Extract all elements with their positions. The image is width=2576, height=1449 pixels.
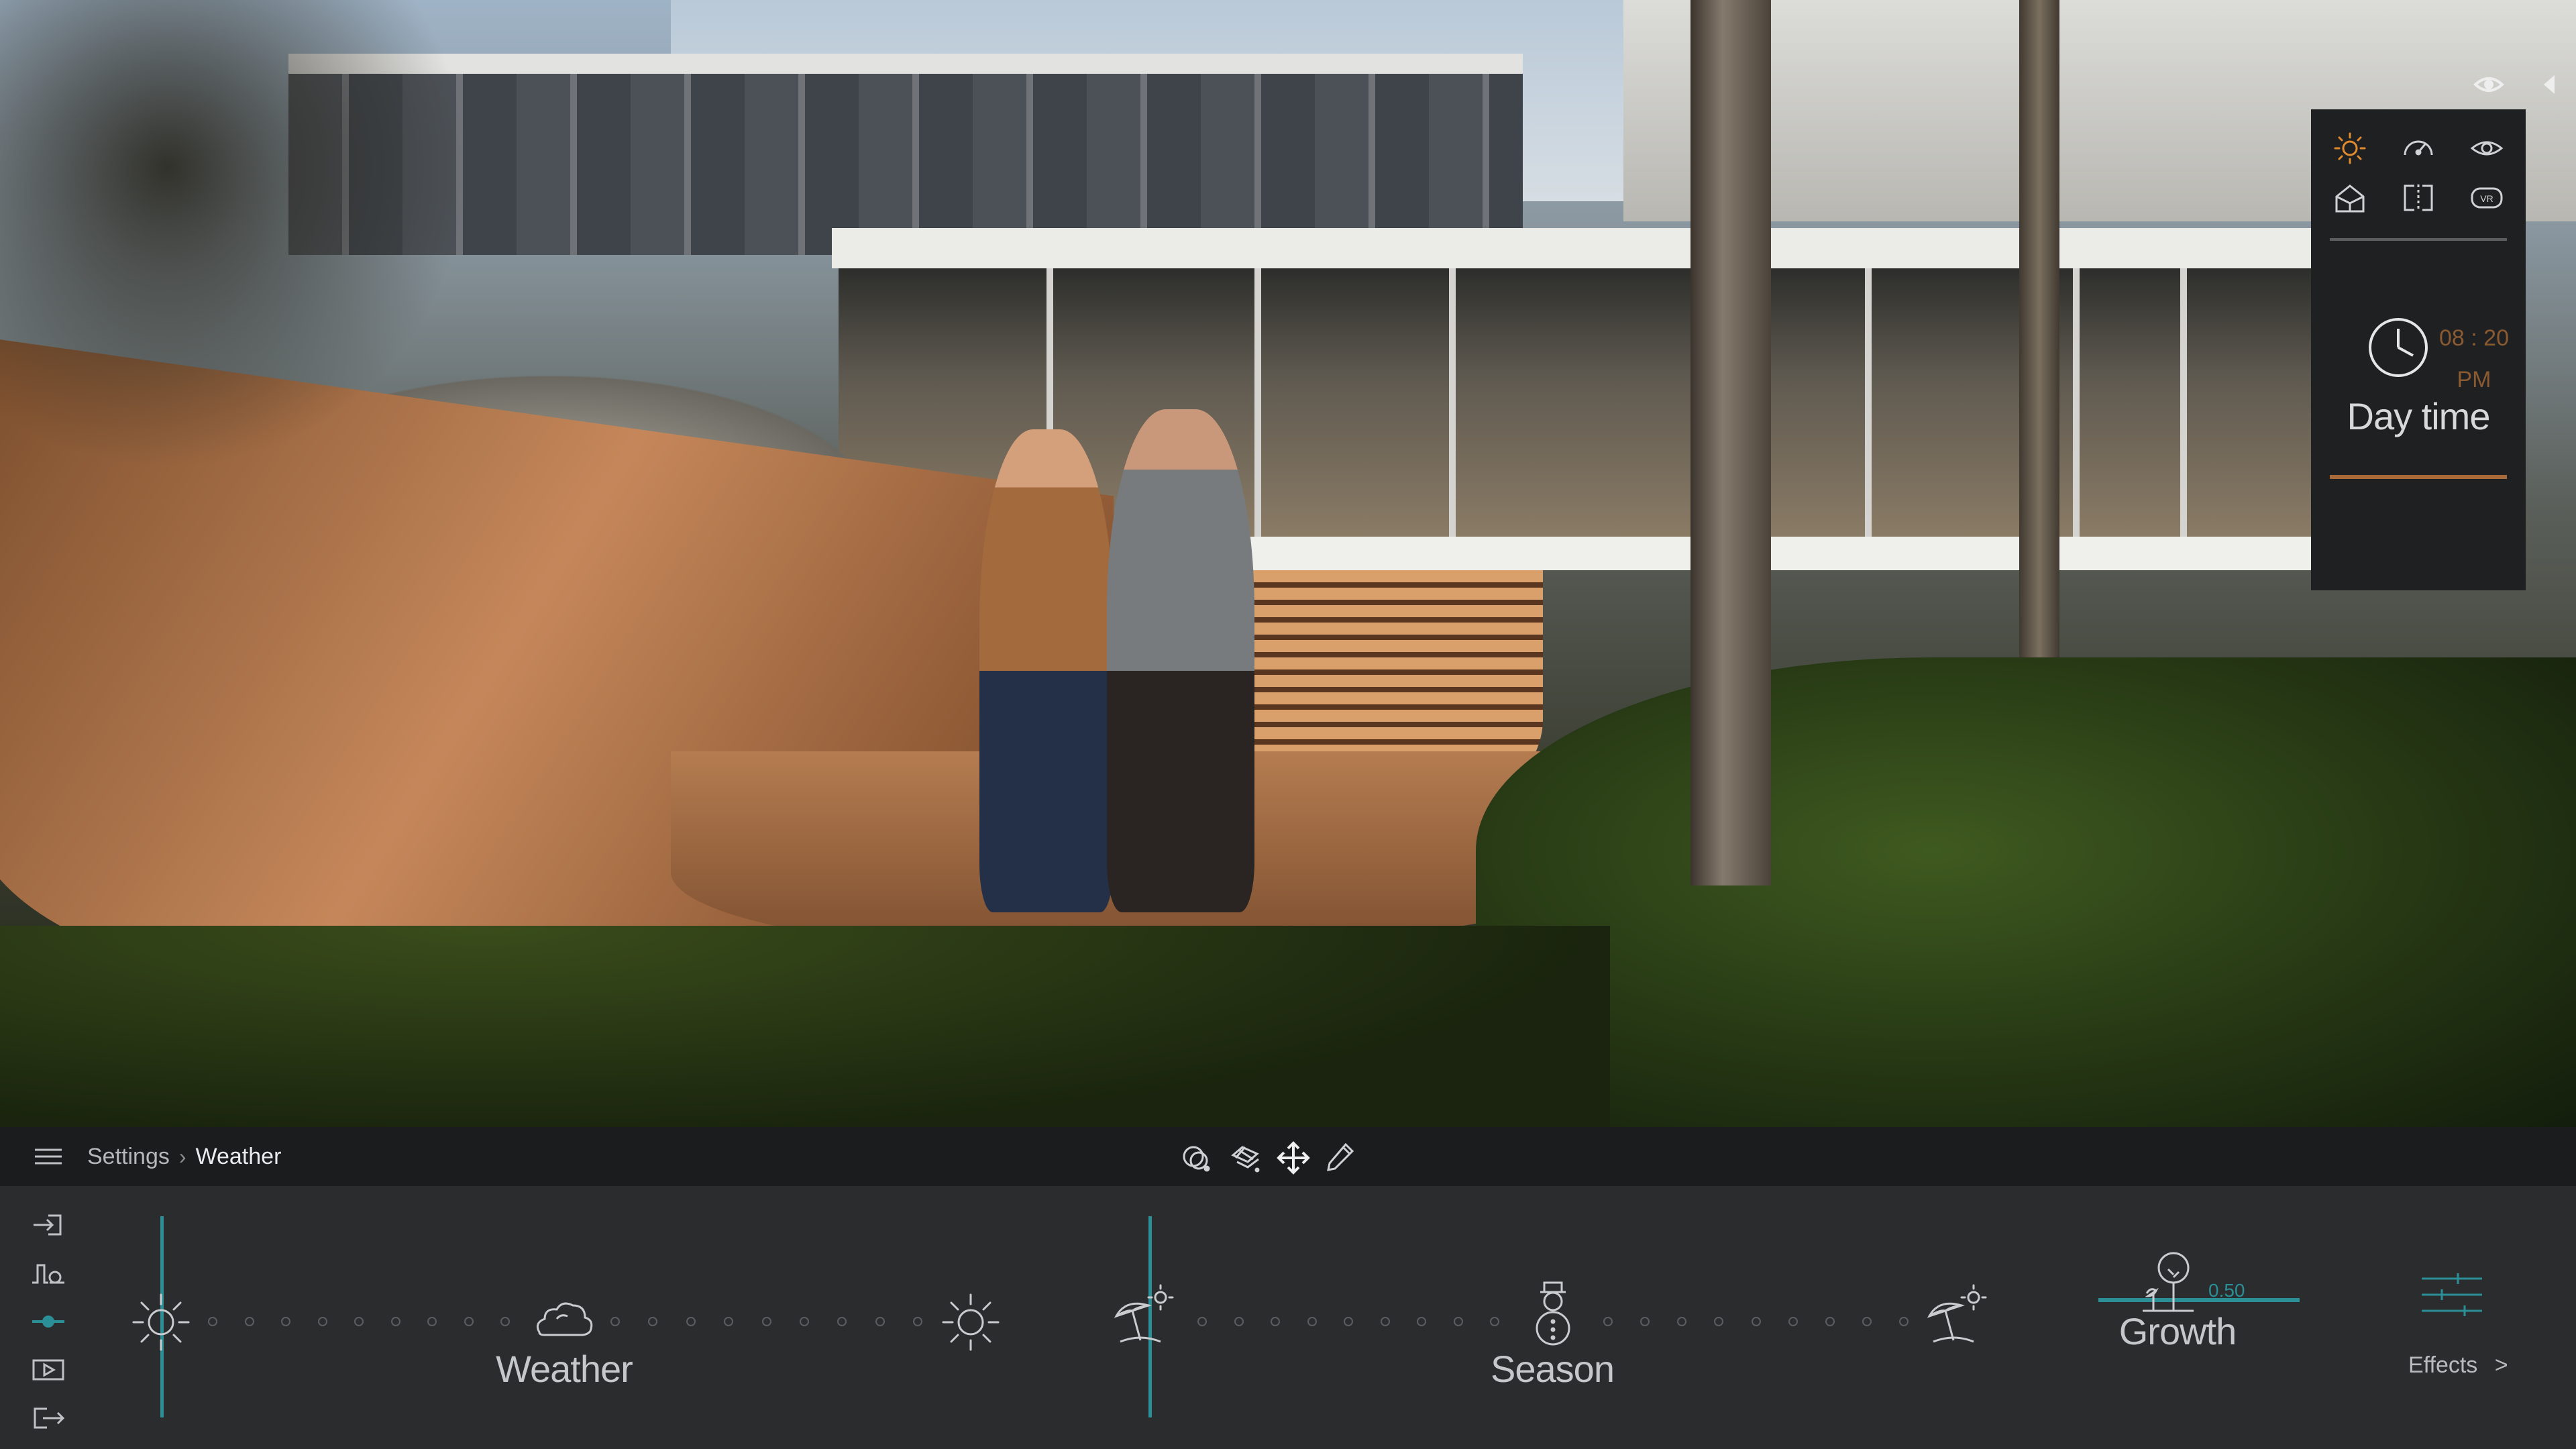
effects-label: Effects (2408, 1352, 2478, 1378)
scene-tree-trunk (1690, 0, 1771, 885)
day-time-accent-bar (2330, 475, 2507, 479)
chevron-right-icon: › (178, 1144, 186, 1169)
growth-label: Growth (2118, 1310, 2237, 1352)
move-icon[interactable] (1275, 1139, 1312, 1177)
chevron-right-icon: > (2494, 1352, 2508, 1378)
weather-label: Weather (496, 1348, 633, 1390)
login-icon[interactable] (30, 1210, 67, 1240)
sun-icon[interactable] (124, 1285, 198, 1359)
scene-mullion (1254, 268, 1261, 537)
collapse-panel-icon[interactable] (2536, 71, 2568, 98)
quick-panel: VR 08 : 20 PM Day time (2311, 109, 2526, 590)
scene-blur-leaves (0, 0, 470, 470)
pen-icon[interactable] (1322, 1139, 1359, 1177)
time-hours-minutes: 08 : 20 (2439, 325, 2509, 351)
vr-icon[interactable]: VR (2468, 179, 2506, 217)
scene-mullion (1865, 268, 1872, 537)
growth-value: 0.50 (2208, 1280, 2245, 1301)
beach-umbrella-icon[interactable] (1107, 1280, 1181, 1354)
beach-umbrella-icon[interactable] (1920, 1280, 1994, 1354)
weather-settings-panel: Weather Season 0.50 Growth Effects > (0, 1186, 2576, 1449)
slider-icon[interactable] (30, 1307, 67, 1336)
breadcrumb-weather: Weather (195, 1144, 282, 1169)
orbit-icon[interactable] (1177, 1139, 1215, 1177)
weather-slider-track[interactable] (208, 1315, 510, 1328)
sun-icon[interactable] (2331, 129, 2369, 167)
scene-mullion (1449, 268, 1456, 537)
scene-person-man (1107, 409, 1254, 912)
scene-roof-slab (832, 228, 2375, 268)
panel-divider (2330, 238, 2507, 241)
season-slider-track[interactable] (1603, 1315, 1909, 1328)
hamburger-icon[interactable] (32, 1144, 64, 1169)
scene-mullion (2073, 268, 2080, 537)
season-slider-track[interactable] (1197, 1315, 1499, 1328)
speedometer-icon[interactable] (2400, 129, 2437, 167)
bottom-toolbar: Settings › Weather (0, 1127, 2576, 1186)
sun-icon[interactable] (934, 1285, 1008, 1359)
animation-icon[interactable] (30, 1258, 67, 1288)
scene-foliage (1476, 657, 2576, 1127)
snowman-icon[interactable] (1516, 1279, 1590, 1352)
scene-person-woman (979, 429, 1114, 912)
eye-icon[interactable] (2473, 71, 2505, 98)
3d-viewport[interactable] (0, 0, 2576, 1127)
breadcrumb-settings[interactable]: Settings (87, 1144, 170, 1169)
layers-icon[interactable] (1228, 1139, 1265, 1177)
effects-button[interactable]: Effects > (2408, 1352, 2508, 1379)
logout-icon[interactable] (30, 1403, 67, 1433)
sliders-icon[interactable] (2415, 1258, 2489, 1332)
eye-icon[interactable] (2468, 129, 2506, 167)
house-icon[interactable] (2331, 179, 2369, 217)
scene-metal-facade (288, 54, 1523, 255)
breadcrumb: Settings › Weather (87, 1127, 281, 1186)
media-icon[interactable] (30, 1355, 67, 1385)
time-readout: 08 : 20 PM (2437, 317, 2511, 400)
clock-icon[interactable] (2365, 314, 2432, 381)
weather-slider-track[interactable] (610, 1315, 922, 1328)
svg-text:VR: VR (2480, 193, 2493, 204)
scene-foreground-plants (0, 926, 1610, 1127)
scene-tree-trunk (2019, 0, 2059, 738)
frame-icon[interactable] (2400, 179, 2437, 217)
season-label: Season (1491, 1348, 1615, 1390)
scene-mullion (2180, 268, 2187, 537)
day-time-label: Day time (2347, 395, 2491, 437)
